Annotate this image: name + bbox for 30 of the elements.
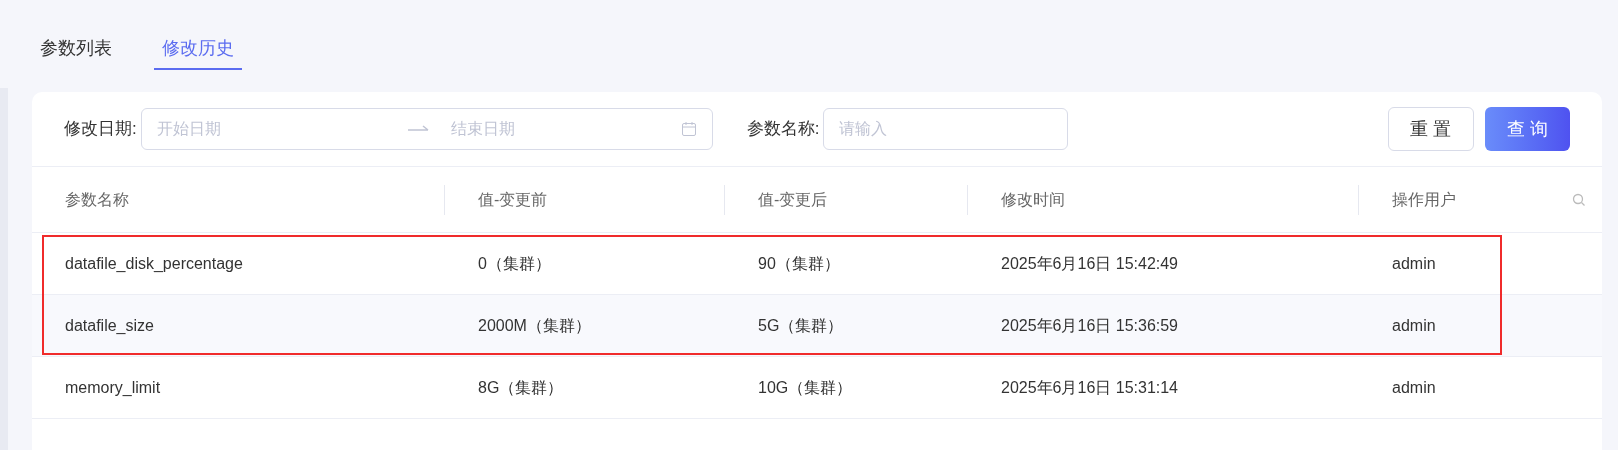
table-cell: 0（集群） [478,254,551,272]
table-cell: 2000M（集群） [478,316,591,334]
column-header: 值-变更前 [478,189,548,210]
tab[interactable]: 修改历史 [154,28,242,70]
calendar-icon [680,121,697,137]
table-cell: memory_limit [65,378,161,396]
table-cell: datafile_disk_percentage [65,254,243,272]
field-label: 参数名称: [746,118,820,141]
column-header: 修改时间 [1001,189,1065,210]
reset-button[interactable]: 重 置 [1388,107,1474,151]
table-cell: 90（集群） [758,254,840,272]
query-button[interactable]: 查 询 [1485,107,1570,151]
column-header: 参数名称 [65,189,129,210]
table-cell: 2025年6月16日 15:42:49 [1001,254,1178,272]
column-header: 值-变更后 [758,189,828,210]
column-header: 操作用户 [1392,189,1456,210]
table-cell: 2025年6月16日 15:36:59 [1001,316,1178,334]
tab[interactable]: 参数列表 [32,28,120,70]
table-cell: 2025年6月16日 15:31:14 [1001,378,1178,396]
table-cell: 10G（集群） [758,378,853,396]
table-cell: admin [1392,254,1436,272]
search-icon[interactable] [1572,192,1586,207]
table-cell: admin [1392,378,1436,396]
table-cell: 8G（集群） [478,378,564,396]
table-cell: admin [1392,316,1436,334]
name-field[interactable]: 请输入 [823,108,1069,150]
arrow-icon [406,124,431,134]
table-cell: 5G（集群） [758,316,844,334]
field-label: 修改日期: [64,118,137,141]
table-cell: datafile_size [65,316,154,334]
